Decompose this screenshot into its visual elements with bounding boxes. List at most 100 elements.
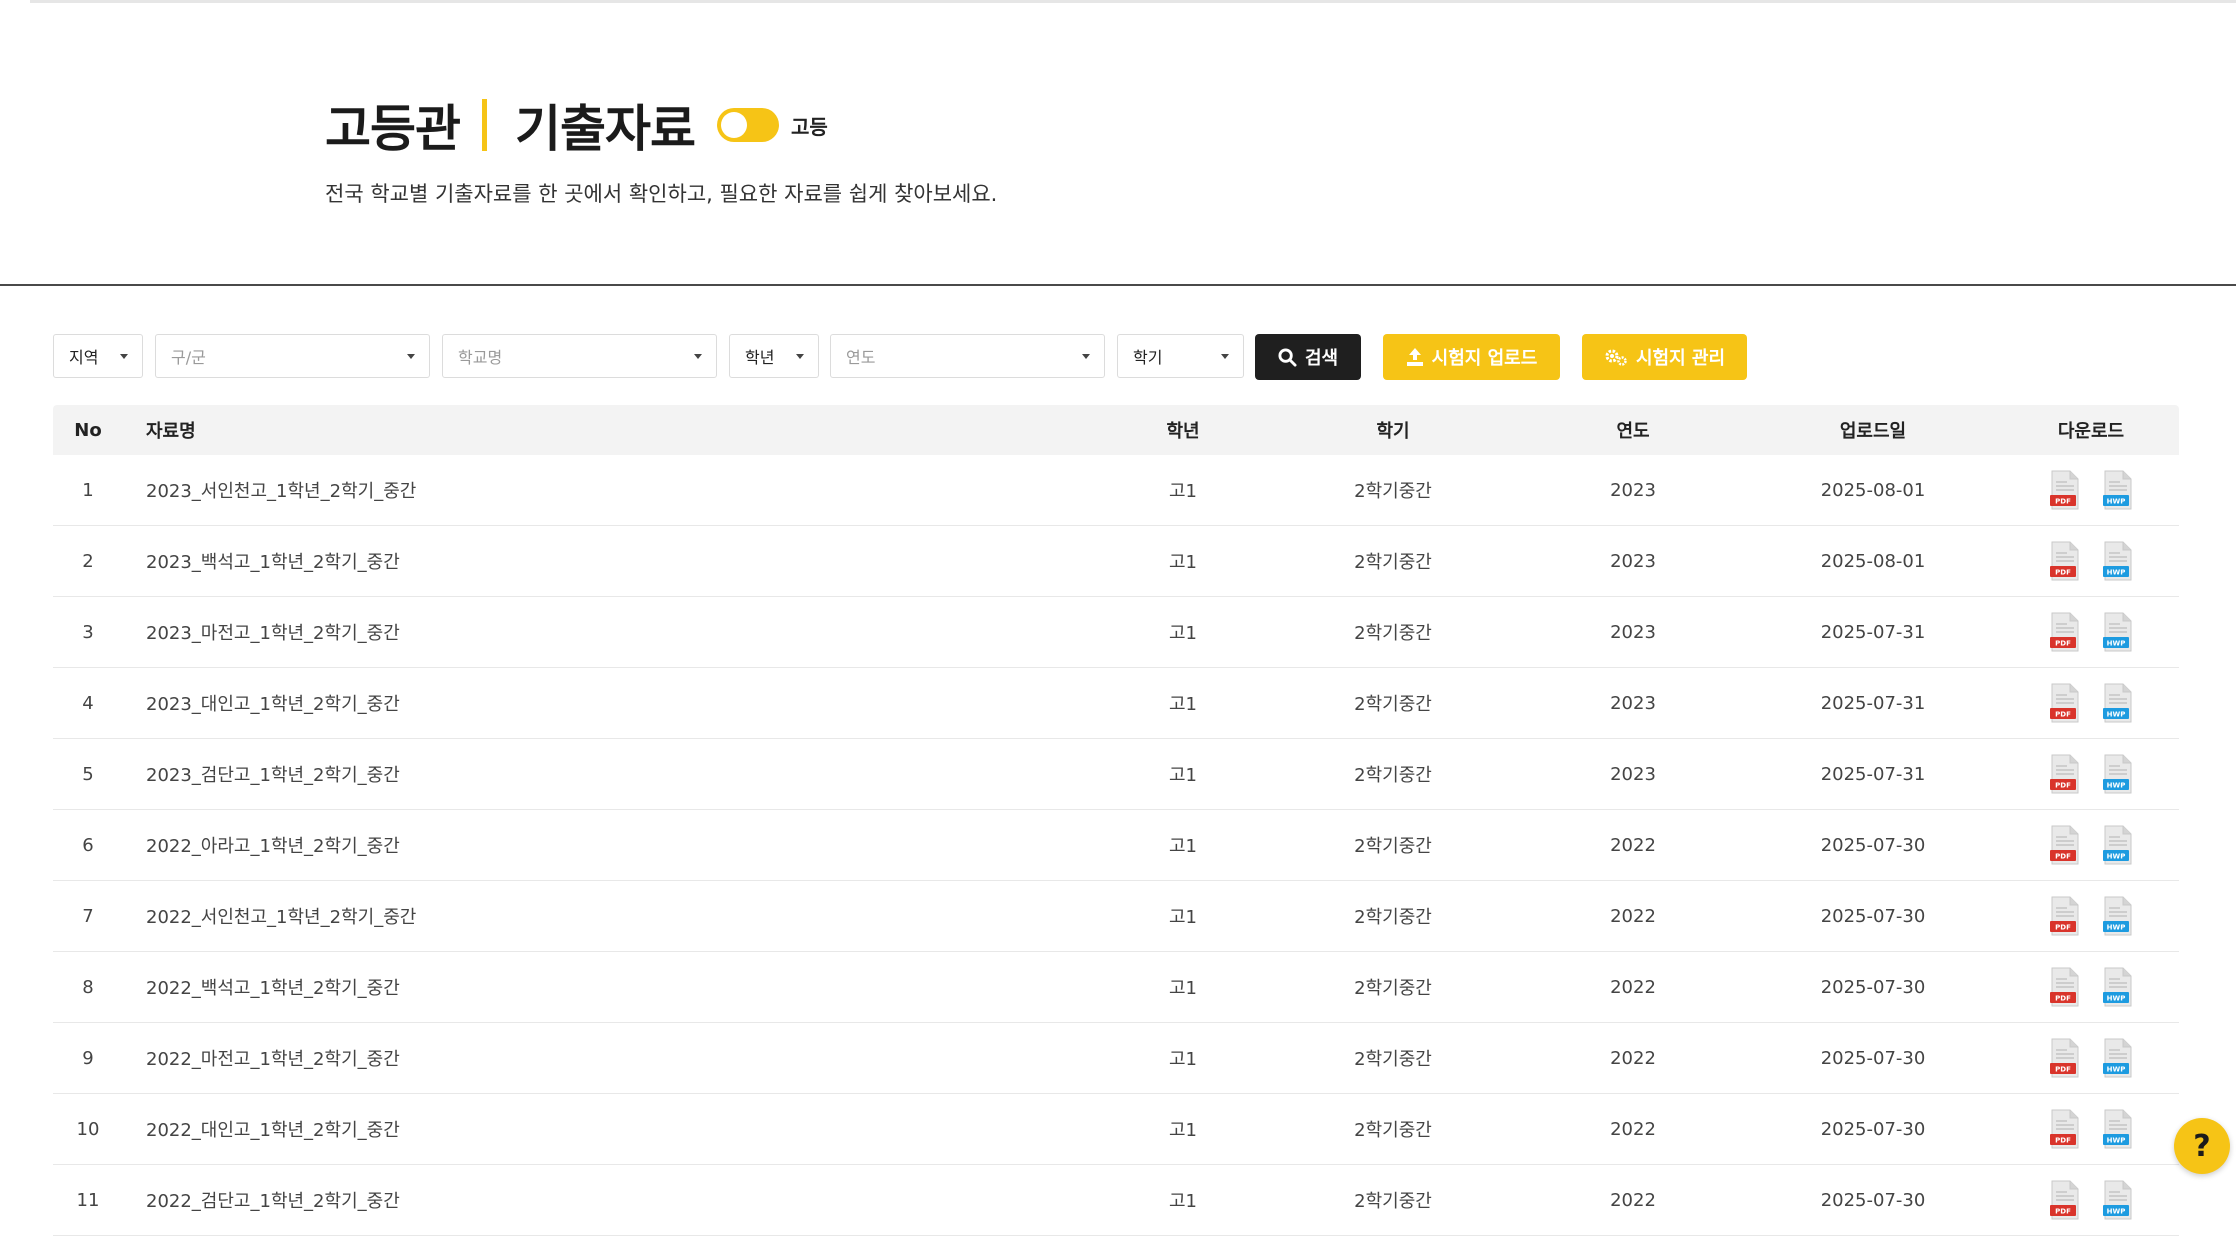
row-title[interactable]: 2022_아라고_1학년_2학기_중간 — [146, 810, 400, 880]
table-row[interactable]: 3 2023_마전고_1학년_2학기_중간 고1 2학기중간 2023 2025-07-3… — [53, 597, 2179, 668]
hwp-file-icon[interactable]: HWP — [2102, 1038, 2134, 1078]
col-header-download: 다운로드 — [2057, 421, 2125, 442]
chevron-down-icon — [1082, 354, 1090, 359]
col-header-upload-date[interactable]: 업로드일 — [1773, 405, 1973, 455]
row-no: 7 — [82, 905, 94, 927]
row-title[interactable]: 2022_마전고_1학년_2학기_중간 — [146, 1023, 400, 1093]
manage-exam-button[interactable]: 시험지 관리 — [1582, 334, 1747, 380]
file-badge-text: HWP — [2106, 711, 2125, 719]
row-title[interactable]: 2023_마전고_1학년_2학기_중간 — [146, 597, 400, 667]
col-header-grade[interactable]: 학년 — [1113, 405, 1253, 455]
col-header-year[interactable]: 연도 — [1553, 405, 1713, 455]
row-year: 2023 — [1610, 763, 1656, 785]
table-row[interactable]: 9 2022_마전고_1학년_2학기_중간 고1 2학기중간 2022 2025-07-3… — [53, 1023, 2179, 1094]
hwp-file-icon[interactable]: HWP — [2102, 825, 2134, 865]
pdf-file-icon[interactable]: PDF — [2049, 1180, 2081, 1220]
file-badge-text: PDF — [2055, 995, 2071, 1003]
help-button[interactable]: ? — [2174, 1118, 2230, 1174]
row-semester: 2학기중간 — [1354, 1120, 1432, 1141]
school-select[interactable]: 학교명 — [442, 334, 717, 378]
row-downloads: PDF HWP — [2013, 1023, 2169, 1093]
row-downloads: PDF HWP — [2013, 739, 2169, 809]
table-row[interactable]: 2 2023_백석고_1학년_2학기_중간 고1 2학기중간 2023 2025-08-0… — [53, 526, 2179, 597]
district-select[interactable]: 구/군 — [155, 334, 430, 378]
hwp-file-icon[interactable]: HWP — [2102, 896, 2134, 936]
pdf-file-icon[interactable]: PDF — [2049, 754, 2081, 794]
toggle-knob — [721, 112, 747, 138]
hwp-file-icon[interactable]: HWP — [2102, 1180, 2134, 1220]
col-header-no[interactable]: No — [53, 405, 123, 455]
hwp-file-icon[interactable]: HWP — [2102, 683, 2134, 723]
pdf-file-icon[interactable]: PDF — [2049, 825, 2081, 865]
col-header-semester[interactable]: 학기 — [1293, 405, 1493, 455]
table-row[interactable]: 1 2023_서인천고_1학년_2학기_중간 고1 2학기중간 2023 2025-08-… — [53, 455, 2179, 526]
row-upload-date: 2025-07-31 — [1820, 621, 1926, 643]
pdf-file-icon[interactable]: PDF — [2049, 541, 2081, 581]
level-toggle[interactable] — [717, 108, 779, 142]
row-downloads: PDF HWP — [2013, 881, 2169, 951]
row-upload-date: 2025-07-30 — [1820, 1189, 1926, 1211]
semester-select[interactable]: 학기 — [1117, 334, 1244, 378]
row-title[interactable]: 2023_검단고_1학년_2학기_중간 — [146, 739, 400, 809]
row-semester: 2학기중간 — [1354, 552, 1432, 573]
row-title[interactable]: 2023_서인천고_1학년_2학기_중간 — [146, 455, 416, 525]
col-header-name[interactable]: 자료명 — [146, 405, 196, 455]
file-badge-text: PDF — [2055, 1066, 2071, 1074]
hwp-file-icon[interactable]: HWP — [2102, 612, 2134, 652]
row-year: 2023 — [1610, 550, 1656, 572]
hwp-file-icon[interactable]: HWP — [2102, 1109, 2134, 1149]
year-select[interactable]: 연도 — [830, 334, 1105, 378]
search-button-label: 검색 — [1304, 348, 1339, 369]
upload-exam-button[interactable]: 시험지 업로드 — [1383, 334, 1560, 380]
hwp-file-icon[interactable]: HWP — [2102, 470, 2134, 510]
row-grade: 고1 — [1168, 1049, 1197, 1070]
row-grade: 고1 — [1168, 1120, 1197, 1141]
title-separator — [482, 99, 487, 151]
row-title[interactable]: 2022_서인천고_1학년_2학기_중간 — [146, 881, 416, 951]
hwp-file-icon[interactable]: HWP — [2102, 541, 2134, 581]
table-row[interactable]: 8 2022_백석고_1학년_2학기_중간 고1 2학기중간 2022 2025-07-3… — [53, 952, 2179, 1023]
district-select-value: 구/군 — [171, 348, 206, 367]
pdf-file-icon[interactable]: PDF — [2049, 967, 2081, 1007]
table-row[interactable]: 5 2023_검단고_1학년_2학기_중간 고1 2학기중간 2023 2025-07-3… — [53, 739, 2179, 810]
grade-select[interactable]: 학년 — [729, 334, 819, 378]
row-upload-date: 2025-07-30 — [1820, 1118, 1926, 1140]
row-upload-date: 2025-07-30 — [1820, 834, 1926, 856]
table-row[interactable]: 4 2023_대인고_1학년_2학기_중간 고1 2학기중간 2023 2025-07-3… — [53, 668, 2179, 739]
file-badge-text: PDF — [2055, 711, 2071, 719]
row-title[interactable]: 2022_검단고_1학년_2학기_중간 — [146, 1165, 400, 1235]
table-row[interactable]: 6 2022_아라고_1학년_2학기_중간 고1 2학기중간 2022 2025-07-3… — [53, 810, 2179, 881]
row-upload-date: 2025-07-30 — [1820, 905, 1926, 927]
pdf-file-icon[interactable]: PDF — [2049, 683, 2081, 723]
pdf-file-icon[interactable]: PDF — [2049, 1109, 2081, 1149]
row-downloads: PDF HWP — [2013, 952, 2169, 1022]
row-semester: 2학기중간 — [1354, 836, 1432, 857]
row-title[interactable]: 2022_대인고_1학년_2학기_중간 — [146, 1094, 400, 1164]
row-no: 6 — [82, 834, 94, 856]
row-title[interactable]: 2023_대인고_1학년_2학기_중간 — [146, 668, 400, 738]
row-semester: 2학기중간 — [1354, 978, 1432, 999]
hwp-file-icon[interactable]: HWP — [2102, 967, 2134, 1007]
file-badge-text: HWP — [2106, 569, 2125, 577]
row-year: 2022 — [1610, 1047, 1656, 1069]
region-select[interactable]: 지역 — [53, 334, 143, 378]
row-grade: 고1 — [1168, 552, 1197, 573]
pdf-file-icon[interactable]: PDF — [2049, 896, 2081, 936]
search-button[interactable]: 검색 — [1255, 334, 1361, 380]
pdf-file-icon[interactable]: PDF — [2049, 1038, 2081, 1078]
row-grade: 고1 — [1168, 623, 1197, 644]
chevron-down-icon — [796, 354, 804, 359]
row-title[interactable]: 2023_백석고_1학년_2학기_중간 — [146, 526, 400, 596]
row-semester: 2학기중간 — [1354, 623, 1432, 644]
row-grade: 고1 — [1168, 978, 1197, 999]
pdf-file-icon[interactable]: PDF — [2049, 612, 2081, 652]
table-row[interactable]: 7 2022_서인천고_1학년_2학기_중간 고1 2학기중간 2022 2025-07-… — [53, 881, 2179, 952]
table-row[interactable]: 10 2022_대인고_1학년_2학기_중간 고1 2학기중간 2022 2025-07-… — [53, 1094, 2179, 1165]
row-title[interactable]: 2022_백석고_1학년_2학기_중간 — [146, 952, 400, 1022]
pdf-file-icon[interactable]: PDF — [2049, 470, 2081, 510]
row-semester: 2학기중간 — [1354, 907, 1432, 928]
page-title-main: 고등관 — [325, 100, 461, 158]
table-row[interactable]: 11 2022_검단고_1학년_2학기_중간 고1 2학기중간 2022 2025-07-… — [53, 1165, 2179, 1236]
hwp-file-icon[interactable]: HWP — [2102, 754, 2134, 794]
file-badge-text: PDF — [2055, 853, 2071, 861]
